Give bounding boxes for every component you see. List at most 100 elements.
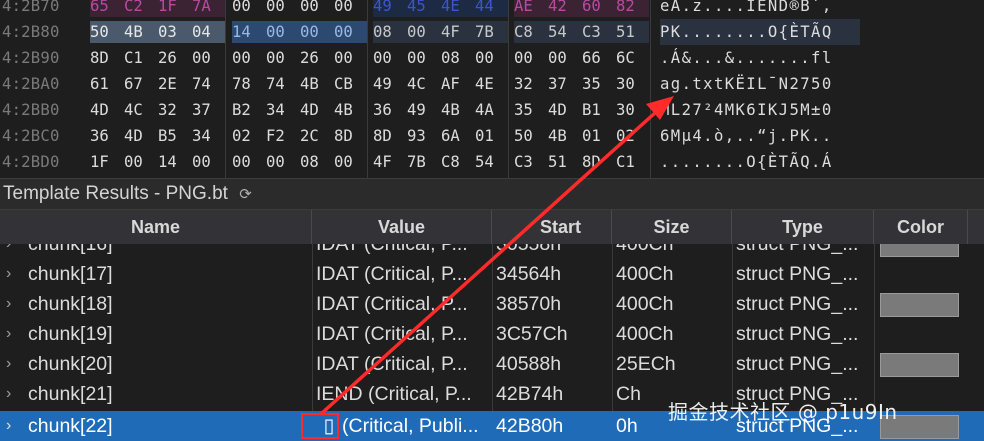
hex-byte[interactable]: 01 (582, 125, 616, 147)
hex-byte[interactable]: F2 (266, 125, 300, 147)
hex-byte[interactable]: AF (441, 73, 475, 95)
column-header-value[interactable]: Value (312, 210, 492, 244)
hex-byte[interactable]: 36 (90, 125, 124, 147)
hex-byte[interactable]: 6C (616, 47, 650, 69)
hex-byte[interactable]: 61 (90, 73, 124, 95)
hex-byte[interactable]: 00 (334, 151, 368, 173)
table-row[interactable]: › chunk[17] IDAT (Critical, P... 34564h 400C… (0, 259, 984, 289)
hex-byte[interactable]: 37 (548, 73, 582, 95)
column-header-start[interactable]: Start (492, 210, 612, 244)
hex-ascii[interactable]: ML27²4MK6IKJ5M±0 (660, 97, 860, 123)
hex-byte[interactable]: 00 (475, 47, 509, 69)
table-row[interactable]: › chunk[20] IDAT (Critical, P... 40588h 25EC… (0, 349, 984, 379)
hex-byte[interactable]: 00 (334, 0, 368, 17)
hex-byte[interactable]: 1F (90, 151, 124, 173)
hex-byte-group[interactable]: 49 45 4E 44 (373, 0, 508, 17)
hex-byte[interactable]: 54 (475, 151, 509, 173)
expand-chevron-icon[interactable]: › (6, 259, 20, 289)
hex-byte[interactable]: 93 (407, 125, 441, 147)
hex-byte[interactable]: 42 (548, 0, 582, 17)
hex-byte[interactable]: 00 (266, 151, 300, 173)
expand-chevron-icon[interactable]: › (6, 379, 20, 409)
table-row[interactable]: › chunk[19] IDAT (Critical, P... 3C57Ch 400C… (0, 319, 984, 349)
hex-byte[interactable]: 45 (407, 0, 441, 17)
hex-byte[interactable]: 49 (373, 0, 407, 17)
hex-byte[interactable]: 4C (124, 99, 158, 121)
hex-byte-group[interactable]: 49 4C AF 4E (373, 73, 508, 95)
hex-byte[interactable]: 00 (266, 21, 300, 43)
hex-row[interactable]: 4:2B80 50 4B 03 04 14 00 00 00 08 00 4F 7B C8 54 C3 51 PK… (0, 19, 984, 45)
hex-byte[interactable]: 4E (441, 0, 475, 17)
hex-byte[interactable]: 02 (616, 125, 650, 147)
hex-byte[interactable]: 08 (373, 21, 407, 43)
hex-byte[interactable]: 00 (300, 21, 334, 43)
hex-ascii[interactable]: 6Mµ4.ò,..“j.PK.. (660, 123, 860, 149)
hex-byte-group[interactable]: 00 00 08 00 (373, 47, 508, 69)
hex-byte[interactable]: 00 (266, 47, 300, 69)
column-header-name[interactable]: Name (0, 210, 312, 244)
hex-byte[interactable]: 4B (548, 125, 582, 147)
hex-byte[interactable]: 7B (407, 151, 441, 173)
column-header-color[interactable]: Color (874, 210, 968, 244)
table-row[interactable]: › chunk[18] IDAT (Critical, P... 38570h 400C… (0, 289, 984, 319)
hex-byte[interactable]: 50 (90, 21, 124, 43)
hex-byte[interactable]: 6A (441, 125, 475, 147)
hex-byte[interactable]: 4F (373, 151, 407, 173)
hex-byte-group[interactable]: 50 4B 01 02 (514, 125, 649, 147)
hex-byte[interactable]: C8 (514, 21, 548, 43)
expand-chevron-icon[interactable]: › (6, 349, 20, 379)
hex-byte[interactable]: 4E (475, 73, 509, 95)
hex-byte[interactable]: 4B (334, 99, 368, 121)
color-swatch[interactable] (880, 244, 959, 257)
hex-byte[interactable]: 4A (475, 99, 509, 121)
hex-byte-group[interactable]: 36 4D B5 34 (90, 125, 225, 147)
hex-ascii[interactable]: eÂ.z....IEND®B`‚ (660, 0, 860, 19)
hex-byte[interactable]: 00 (232, 151, 266, 173)
hex-byte[interactable]: 00 (300, 0, 334, 17)
hex-byte[interactable]: 67 (124, 73, 158, 95)
hex-byte[interactable]: 4F (441, 21, 475, 43)
hex-row[interactable]: 4:2BD0 1F 00 14 00 00 00 08 00 4F 7B C8 54 C3 51 8D C1..… (0, 149, 984, 175)
hex-byte[interactable]: C1 (124, 47, 158, 69)
hex-byte[interactable]: CB (334, 73, 368, 95)
hex-byte[interactable]: AE (514, 0, 548, 17)
hex-byte[interactable]: 49 (373, 73, 407, 95)
refresh-icon[interactable]: ⟳ (239, 180, 252, 210)
hex-byte[interactable]: C1 (616, 151, 650, 173)
hex-row[interactable]: 4:2BC0 36 4D B5 34 02 F2 2C 8D 8D 93 6A 01 50 4B 01 02 6M… (0, 123, 984, 149)
hex-byte[interactable]: 35 (582, 73, 616, 95)
expand-chevron-icon[interactable]: › (6, 289, 20, 319)
hex-byte[interactable]: 4B (441, 99, 475, 121)
hex-row[interactable]: 4:2BB0 4D 4C 32 37 B2 34 4D 4B 36 49 4B 4A 35 4D B1 30 ML… (0, 97, 984, 123)
hex-byte[interactable]: 4D (300, 99, 334, 121)
hex-byte[interactable]: 30 (616, 99, 650, 121)
hex-ascii[interactable]: ag.txtKËIL¯N2750 (660, 71, 860, 97)
hex-byte[interactable]: 4D (124, 125, 158, 147)
hex-byte[interactable]: C2 (124, 0, 158, 17)
hex-byte[interactable]: 32 (158, 99, 192, 121)
hex-byte[interactable]: 2C (300, 125, 334, 147)
hex-byte[interactable]: 03 (158, 21, 192, 43)
expand-chevron-icon[interactable]: › (6, 244, 20, 259)
hex-byte-group[interactable]: 78 74 4B CB (232, 73, 367, 95)
hex-byte[interactable]: 2E (158, 73, 192, 95)
hex-byte[interactable]: 4D (90, 99, 124, 121)
hex-byte[interactable]: 51 (616, 21, 650, 43)
hex-byte-group[interactable]: AE 42 60 82 (514, 0, 649, 17)
color-swatch[interactable] (880, 293, 959, 317)
hex-byte-group[interactable]: 1F 00 14 00 (90, 151, 225, 173)
hex-byte[interactable]: 32 (514, 73, 548, 95)
hex-byte[interactable]: 00 (192, 47, 226, 69)
column-header-type[interactable]: Type (732, 210, 874, 244)
hex-byte[interactable]: 74 (266, 73, 300, 95)
hex-byte[interactable]: 7B (475, 21, 509, 43)
hex-byte[interactable]: B5 (158, 125, 192, 147)
hex-byte[interactable]: 4B (124, 21, 158, 43)
hex-byte[interactable]: 26 (158, 47, 192, 69)
hex-byte[interactable]: 8D (334, 125, 368, 147)
table-row[interactable]: › chunk[16] IDAT (Critical, P... 30558h 400C… (0, 244, 984, 259)
hex-byte[interactable]: 00 (232, 0, 266, 17)
hex-byte[interactable]: 14 (232, 21, 266, 43)
hex-ascii[interactable]: ........O{ÈTÃQ.Á (660, 149, 860, 175)
hex-byte[interactable]: 8D (373, 125, 407, 147)
